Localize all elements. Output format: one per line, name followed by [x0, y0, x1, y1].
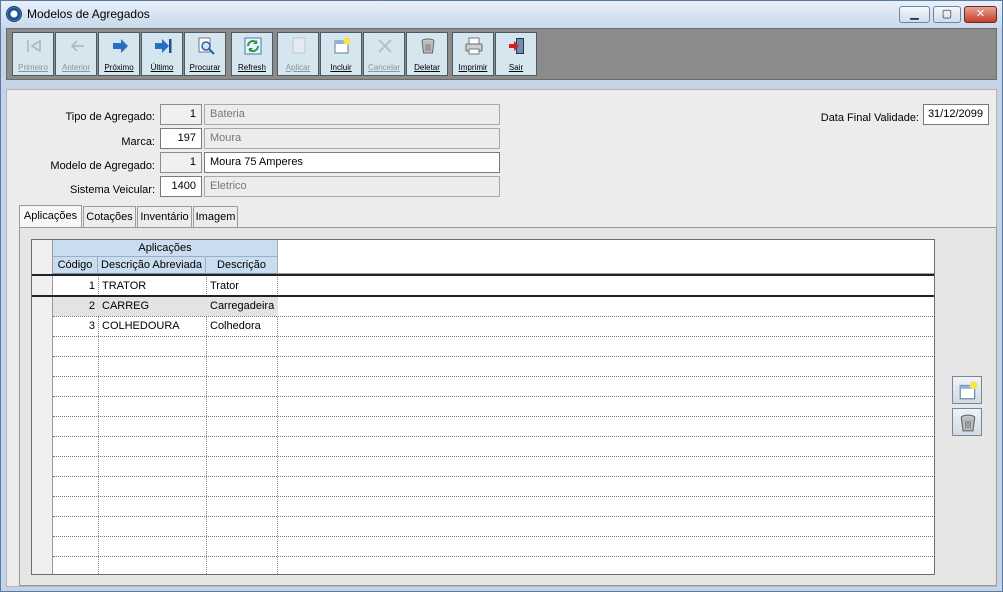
last-record-icon [155, 39, 172, 53]
minimize-button[interactable]: ▁ [899, 6, 930, 23]
row-indicator-column [32, 240, 53, 574]
exit-button-label: Sair [508, 63, 524, 72]
next-button[interactable]: Próximo [98, 32, 140, 76]
window-title: Modelos de Agregados [27, 7, 150, 21]
apply-icon [292, 37, 306, 54]
add-button[interactable]: Incluir [320, 32, 362, 76]
previous-button[interactable]: Anterior [55, 32, 97, 76]
toolbar: Primeiro Anterior Próximo Último Procura… [6, 28, 997, 80]
grid-group-header: Aplicações [53, 240, 278, 257]
tab-imagem[interactable]: Imagem [193, 206, 238, 228]
last-button-label: Último [150, 63, 174, 72]
table-row-2-abreviada[interactable]: CARREG [102, 296, 206, 316]
printer-icon [465, 37, 483, 55]
table-row-2-descricao[interactable]: Carregadeira [210, 296, 278, 316]
row-divider [53, 436, 934, 437]
last-button[interactable]: Último [141, 32, 183, 76]
marca-code-field[interactable]: 197 [160, 128, 202, 149]
row-divider [53, 336, 934, 337]
first-button[interactable]: Primeiro [12, 32, 54, 76]
form-content: Tipo de Agregado: 1 Bateria Marca: 197 M… [6, 89, 997, 587]
add-record-icon [334, 37, 351, 54]
next-record-icon [113, 39, 128, 53]
row-divider [53, 396, 934, 397]
tab-panel-aplicacoes: Aplicações Código Descrição Abreviada De… [19, 227, 997, 586]
search-icon [198, 37, 215, 55]
tipo-agregado-label: Tipo de Agregado: [65, 111, 156, 123]
modelo-label: Modelo de Agregado: [50, 160, 155, 172]
previous-record-icon [70, 40, 84, 52]
modelo-desc-field[interactable]: Moura 75 Amperes [204, 152, 500, 173]
tipo-agregado-desc-field: Bateria [204, 104, 500, 125]
exit-button[interactable]: Sair [495, 32, 537, 76]
row-divider [53, 496, 934, 497]
add-application-button[interactable] [952, 376, 982, 404]
row-divider [53, 476, 934, 477]
trash-icon [421, 38, 435, 54]
cancel-button-label: Cancelar [367, 63, 400, 72]
add-record-icon [959, 381, 978, 400]
column-divider [206, 274, 207, 574]
refresh-button[interactable]: Refresh [231, 32, 273, 76]
previous-button-label: Anterior [61, 63, 90, 72]
column-header-codigo[interactable]: Código [53, 257, 98, 274]
refresh-button-label: Refresh [237, 63, 266, 72]
column-header-descricao[interactable]: Descrição [206, 257, 278, 274]
tipo-agregado-code-field[interactable]: 1 [160, 104, 202, 125]
data-final-field[interactable]: 31/12/2099 [923, 104, 989, 125]
app-window: Modelos de Agregados ▁ ▢ ✕ Primeiro Ante… [0, 0, 1003, 592]
cancel-button[interactable]: Cancelar [363, 32, 405, 76]
table-row-3-codigo[interactable]: 3 [53, 316, 95, 336]
table-row-1-descricao[interactable]: Trator [210, 276, 278, 296]
table-row-3-descricao[interactable]: Colhedora [210, 316, 278, 336]
grid-header-filler [278, 240, 934, 274]
title-bar: Modelos de Agregados ▁ ▢ ✕ [1, 1, 1002, 28]
row-divider [53, 536, 934, 537]
sistema-label: Sistema Veicular: [70, 184, 155, 196]
delete-button[interactable]: Deletar [406, 32, 448, 76]
first-button-label: Primeiro [18, 63, 48, 72]
row-divider [53, 556, 934, 557]
first-record-icon [27, 39, 41, 53]
column-header-descricao-abreviada[interactable]: Descrição Abreviada [98, 257, 206, 274]
cancel-icon [378, 39, 392, 53]
row-divider [53, 516, 934, 517]
delete-application-button[interactable] [952, 408, 982, 436]
column-divider [98, 274, 99, 574]
print-button-label: Imprimir [458, 63, 488, 72]
row-divider [53, 376, 934, 377]
tab-cotacoes[interactable]: Cotações [83, 206, 136, 228]
row-divider [53, 456, 934, 457]
table-row-2-codigo[interactable]: 2 [53, 296, 95, 316]
sistema-desc-field: Eletrico [204, 176, 500, 197]
table-row-1-abreviada[interactable]: TRATOR [102, 276, 206, 296]
row-divider [53, 356, 934, 357]
sistema-code-field[interactable]: 1400 [160, 176, 202, 197]
exit-door-icon [509, 38, 524, 54]
data-final-label: Data Final Validade: [820, 112, 919, 124]
delete-button-label: Deletar [414, 63, 440, 72]
app-logo-icon [6, 6, 22, 22]
add-button-label: Incluir [330, 63, 352, 72]
aplicacoes-grid[interactable]: Aplicações Código Descrição Abreviada De… [31, 239, 935, 575]
trash-icon [960, 414, 976, 432]
maximize-button[interactable]: ▢ [933, 6, 961, 23]
print-button[interactable]: Imprimir [452, 32, 494, 76]
apply-button[interactable]: Aplicar [277, 32, 319, 76]
search-button[interactable]: Procurar [184, 32, 226, 76]
refresh-icon [244, 37, 262, 55]
marca-label: Marca: [121, 136, 155, 148]
search-button-label: Procurar [189, 63, 221, 72]
table-row-1-codigo[interactable]: 1 [53, 276, 95, 296]
close-button[interactable]: ✕ [964, 6, 997, 23]
row-divider [53, 316, 934, 317]
modelo-code-field[interactable]: 1 [160, 152, 202, 173]
marca-desc-field: Moura [204, 128, 500, 149]
tab-aplicacoes[interactable]: Aplicações [19, 205, 82, 229]
tab-inventario[interactable]: Inventário [137, 206, 192, 228]
apply-button-label: Aplicar [285, 63, 311, 72]
next-button-label: Próximo [104, 63, 134, 72]
row-divider [53, 416, 934, 417]
table-row-3-abreviada[interactable]: COLHEDOURA [102, 316, 206, 336]
